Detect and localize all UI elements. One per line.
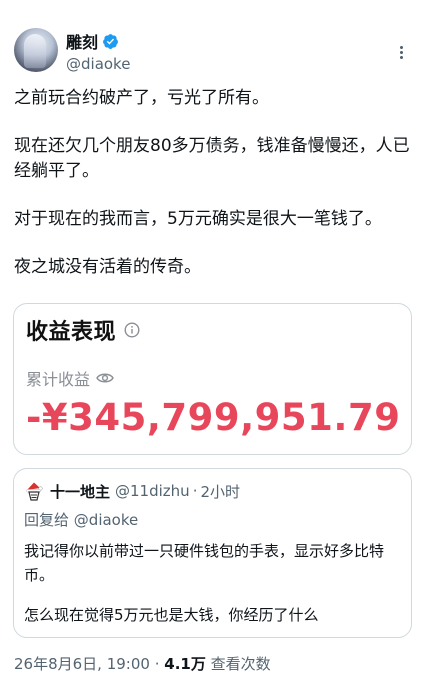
tweet-text: 之前玩合约破产了，亏光了所有。 现在还欠几个朋友80多万债务，钱准备慢慢还，人已… xyxy=(14,86,410,280)
verified-badge-icon xyxy=(103,33,118,49)
views-count: 4.1万 xyxy=(164,655,206,673)
profit-card-title-row: 收益表现 xyxy=(26,314,140,346)
profit-label-row: 累计收益 xyxy=(26,366,114,390)
quoted-reply-card[interactable]: 十一地主 @11dizhu · 2小时 回复给 @diaoke 我记得你以前带过… xyxy=(13,468,412,638)
reply-time[interactable]: 2小时 xyxy=(200,481,240,502)
reply-to-mention[interactable]: @diaoke xyxy=(74,511,138,529)
reply-author-handle[interactable]: @11dizhu xyxy=(115,482,190,500)
author-handle[interactable]: @diaoke xyxy=(66,55,130,73)
reply-to-line: 回复给 @diaoke xyxy=(24,509,138,530)
tweet-paragraph: 夜之城没有活着的传奇。 xyxy=(14,257,201,277)
reply-separator: · xyxy=(192,482,198,500)
tweet-paragraph: 现在还欠几个朋友80多万债务，钱准备慢慢还，人已经躺平了。 xyxy=(14,136,410,181)
tweet-meta: 26年8月6日, 19:00 · 4.1万 查看次数 xyxy=(14,653,271,674)
author-name-row: 雕刻 xyxy=(66,30,119,52)
more-options-icon xyxy=(399,45,403,59)
more-options-button[interactable] xyxy=(391,42,411,62)
reply-paragraph: 我记得你以前带过一只硬件钱包的手表，显示好多比特币。 xyxy=(24,542,385,584)
meta-separator: · xyxy=(154,655,160,673)
reply-to-prefix: 回复给 xyxy=(24,511,70,529)
cumulative-profit-label: 累计收益 xyxy=(26,370,91,389)
author-display-name[interactable]: 雕刻 xyxy=(66,29,98,53)
reply-header: 十一地主 @11dizhu · 2小时 xyxy=(24,481,240,501)
santa-avatar-icon[interactable] xyxy=(24,481,44,501)
tweet-timestamp[interactable]: 26年8月6日, 19:00 xyxy=(14,655,150,673)
tweet-header: 雕刻 @diaoke xyxy=(14,26,411,78)
profit-card[interactable]: 收益表现 累计收益 -¥345,799,951.79 xyxy=(13,303,412,455)
views-label: 查看次数 xyxy=(210,655,271,673)
author-avatar[interactable] xyxy=(14,28,58,72)
reply-paragraph: 怎么现在觉得5万元也是大钱，你经历了什么 xyxy=(24,606,319,624)
eye-icon[interactable] xyxy=(96,371,114,385)
reply-text: 我记得你以前带过一只硬件钱包的手表，显示好多比特币。 怎么现在觉得5万元也是大钱… xyxy=(24,539,406,643)
reply-author-name[interactable]: 十一地主 xyxy=(50,481,110,502)
tweet-paragraph: 对于现在的我而言，5万元确实是很大一笔钱了。 xyxy=(14,209,382,229)
info-icon[interactable] xyxy=(124,322,140,338)
profit-card-title: 收益表现 xyxy=(26,320,117,345)
tweet-paragraph: 之前玩合约破产了，亏光了所有。 xyxy=(14,88,269,108)
cumulative-profit-value: -¥345,799,951.79 xyxy=(26,396,401,439)
